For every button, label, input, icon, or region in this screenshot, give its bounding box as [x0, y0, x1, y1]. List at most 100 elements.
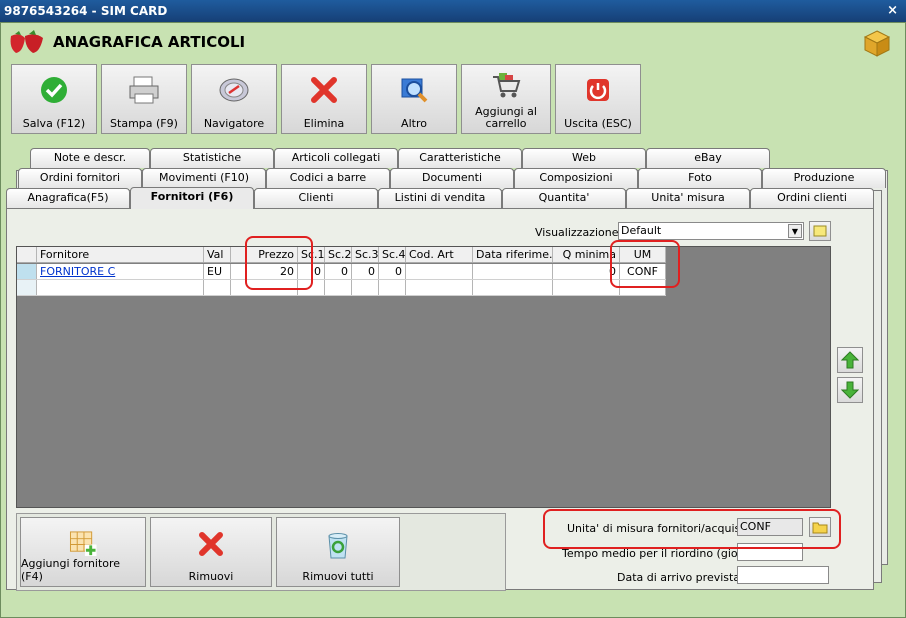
- col-cod-art[interactable]: Cod. Art: [406, 247, 473, 262]
- other-button[interactable]: Altro: [371, 64, 457, 134]
- tab-listini-di-vendita[interactable]: Listini di vendita: [378, 188, 502, 208]
- red-x-icon: [199, 532, 223, 556]
- view-label: Visualizzazione :: [535, 226, 626, 239]
- cell-empty[interactable]: [352, 280, 379, 295]
- other-label: Altro: [401, 117, 427, 130]
- tab-ebay[interactable]: eBay: [646, 148, 770, 168]
- cart-icon: [493, 73, 521, 98]
- delete-button[interactable]: Elimina: [281, 64, 367, 134]
- magnifier-icon: [401, 78, 428, 103]
- window-titlebar: 9876543264 - SIM CARD ×: [0, 0, 906, 22]
- tab-clienti[interactable]: Clienti: [254, 188, 378, 208]
- row-indicator: [17, 280, 37, 295]
- red-x-icon: [311, 77, 337, 103]
- delete-label: Elimina: [303, 117, 345, 130]
- compass-icon: [219, 78, 249, 102]
- note-icon: [813, 225, 827, 237]
- recycle-bin-icon: [328, 533, 348, 559]
- tab-statistiche[interactable]: Statistiche: [150, 148, 274, 168]
- cell-sc2[interactable]: 0: [325, 264, 352, 279]
- print-button[interactable]: Stampa (F9): [101, 64, 187, 134]
- col-sc3[interactable]: Sc.3: [352, 247, 379, 262]
- page-title: ANAGRAFICA ARTICOLI: [53, 33, 246, 51]
- tab-quantita[interactable]: Quantita': [502, 188, 626, 208]
- view-value: Default: [621, 224, 662, 237]
- table-row[interactable]: FORNITORE C EU 20 0 0 0 0 0 CONF: [17, 264, 666, 280]
- remove-button[interactable]: Rimuovi: [150, 517, 272, 587]
- view-select[interactable]: Default ▼: [618, 222, 804, 240]
- tab-fornitori[interactable]: Fornitori (F6): [130, 187, 254, 209]
- checkmark-icon: [41, 77, 67, 103]
- cell-empty[interactable]: [204, 280, 231, 295]
- move-down-button[interactable]: [837, 377, 863, 403]
- table-row-new[interactable]: [17, 280, 666, 296]
- col-sc2[interactable]: Sc.2: [325, 247, 352, 262]
- power-icon: [587, 79, 609, 101]
- tab-note-descr[interactable]: Note e descr.: [30, 148, 150, 168]
- exit-label: Uscita (ESC): [564, 117, 632, 130]
- row-indicator: [17, 264, 37, 279]
- tab-web[interactable]: Web: [522, 148, 646, 168]
- add-to-cart-label: Aggiungi al carrello: [475, 105, 537, 130]
- highlight-um: [610, 240, 680, 288]
- navigator-label: Navigatore: [203, 117, 265, 130]
- highlight-um-field: [543, 509, 841, 549]
- window-title: 9876543264 - SIM CARD: [4, 4, 168, 18]
- tab-movimenti[interactable]: Movimenti (F10): [142, 168, 266, 188]
- add-supplier-button[interactable]: Aggiungi fornitore (F4): [20, 517, 146, 587]
- tab-caratteristiche[interactable]: Caratteristiche: [398, 148, 522, 168]
- cell-data-riferimento[interactable]: [473, 264, 553, 279]
- save-button[interactable]: Salva (F12): [11, 64, 97, 134]
- cell-empty[interactable]: [37, 280, 204, 295]
- add-to-cart-button[interactable]: Aggiungi al carrello: [461, 64, 551, 134]
- arrivo-label: Data di arrivo prevista :: [617, 571, 748, 584]
- close-icon[interactable]: ×: [887, 0, 898, 22]
- tab-articoli-collegati[interactable]: Articoli collegati: [274, 148, 398, 168]
- navigator-button[interactable]: Navigatore: [191, 64, 277, 134]
- cell-empty[interactable]: [379, 280, 406, 295]
- tab-produzione[interactable]: Produzione: [762, 168, 886, 188]
- cell-cod-art[interactable]: [406, 264, 473, 279]
- col-data-riferimento[interactable]: Data riferime...: [473, 247, 553, 262]
- cell-empty[interactable]: [473, 280, 553, 295]
- tab-ordini-clienti[interactable]: Ordini clienti: [750, 188, 874, 208]
- col-val[interactable]: Val: [204, 247, 231, 262]
- cell-val[interactable]: EU: [204, 264, 231, 279]
- move-up-button[interactable]: [837, 347, 863, 373]
- col-sc4[interactable]: Sc.4: [379, 247, 406, 262]
- tab-composizioni[interactable]: Composizioni: [514, 168, 638, 188]
- cell-fornitore[interactable]: FORNITORE C: [37, 264, 204, 279]
- grid-add-icon: [69, 531, 97, 557]
- save-label: Salva (F12): [22, 117, 86, 130]
- cell-sc4[interactable]: 0: [379, 264, 406, 279]
- table-header: Fornitore Val Prezzo Sc.1 Sc.2 Sc.3 Sc.4…: [17, 247, 666, 263]
- cell-sc3[interactable]: 0: [352, 264, 379, 279]
- view-settings-button[interactable]: [809, 221, 831, 241]
- print-label: Stampa (F9): [110, 117, 178, 130]
- header-indicator: [17, 247, 37, 262]
- package-icon[interactable]: [863, 29, 891, 57]
- chevron-down-icon[interactable]: ▼: [788, 224, 802, 238]
- tab-anagrafica[interactable]: Anagrafica(F5): [6, 188, 130, 208]
- cell-empty[interactable]: [325, 280, 352, 295]
- cell-empty[interactable]: [406, 280, 473, 295]
- strawberry-icon: [10, 30, 43, 53]
- arrow-down-icon: [841, 381, 859, 399]
- tab-ordini-fornitori[interactable]: Ordini fornitori: [18, 168, 142, 188]
- highlight-prezzo: [245, 236, 313, 290]
- arrivo-field[interactable]: [737, 566, 829, 584]
- remove-label: Rimuovi: [188, 570, 234, 583]
- printer-icon: [129, 76, 159, 104]
- remove-all-label: Rimuovi tutti: [302, 570, 374, 583]
- tab-unita-misura[interactable]: Unita' misura: [626, 188, 750, 208]
- tab-codici-a-barre[interactable]: Codici a barre: [266, 168, 390, 188]
- arrow-up-icon: [841, 351, 859, 369]
- tab-documenti[interactable]: Documenti: [390, 168, 514, 188]
- suppliers-table[interactable]: Fornitore Val Prezzo Sc.1 Sc.2 Sc.3 Sc.4…: [16, 246, 831, 508]
- tab-foto[interactable]: Foto: [638, 168, 762, 188]
- remove-all-button[interactable]: Rimuovi tutti: [276, 517, 400, 587]
- header: ANAGRAFICA ARTICOLI: [7, 25, 245, 59]
- col-fornitore[interactable]: Fornitore: [37, 247, 204, 262]
- add-supplier-label: Aggiungi fornitore (F4): [21, 557, 121, 583]
- exit-button[interactable]: Uscita (ESC): [555, 64, 641, 134]
